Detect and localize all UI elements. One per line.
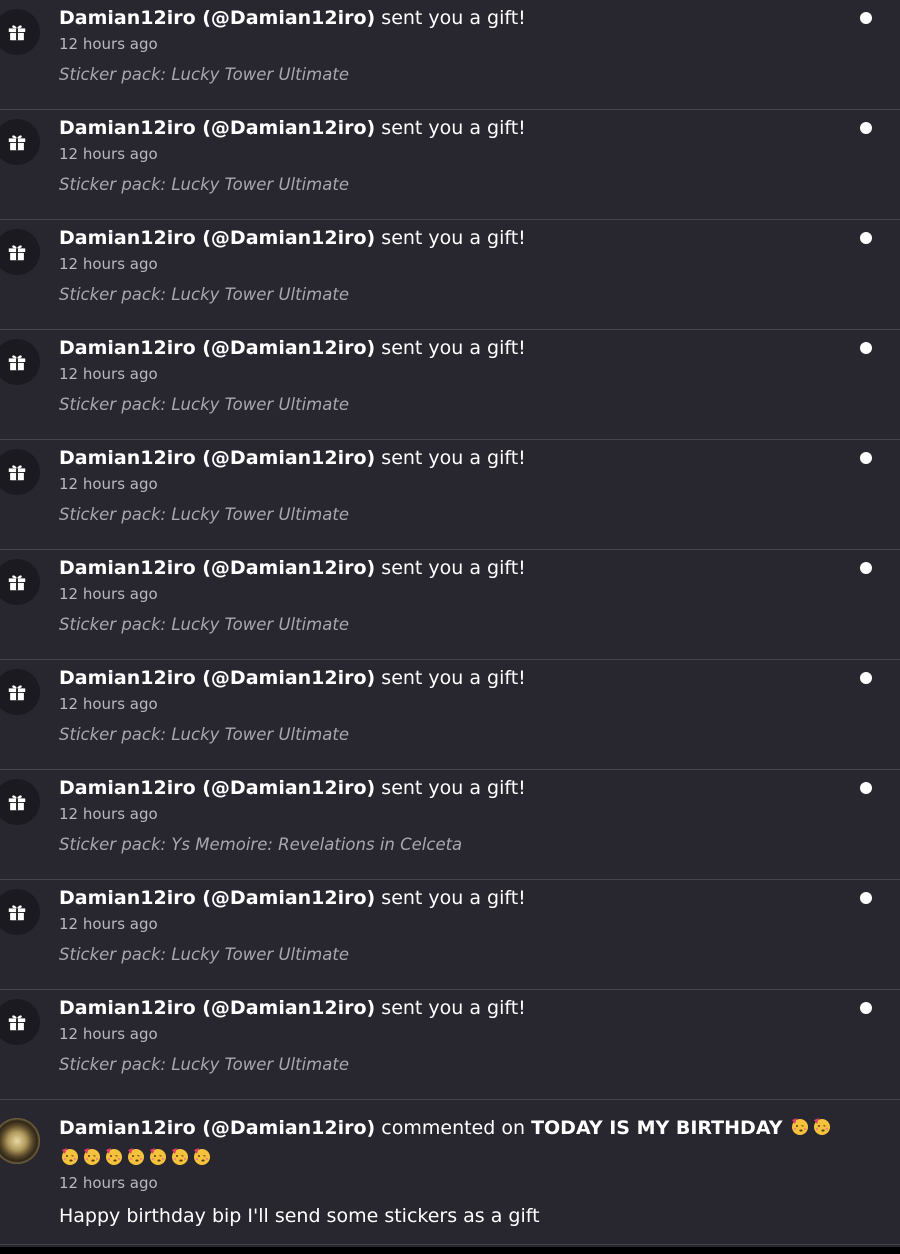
sender-name[interactable]: Damian12iro (@Damian12iro) — [59, 887, 375, 909]
notification-time: 12 hours ago — [59, 585, 158, 603]
gift-icon — [0, 889, 40, 935]
notification-title: Damian12iro (@Damian12iro) sent you a gi… — [59, 334, 526, 362]
notification-time: 12 hours ago — [59, 145, 158, 163]
notification-detail: Sticker pack: Ys Memoire: Revelations in… — [59, 835, 463, 854]
notification-item[interactable]: Damian12iro (@Damian12iro) sent you a gi… — [0, 770, 900, 880]
notification-action: sent you a gift! — [375, 997, 526, 1019]
notification-time: 12 hours ago — [59, 35, 158, 53]
notification-detail: Sticker pack: Lucky Tower Ultimate — [59, 945, 349, 964]
notification-title: Damian12iro (@Damian12iro) sent you a gi… — [59, 774, 526, 802]
notification-title: Damian12iro (@Damian12iro) sent you a gi… — [59, 554, 526, 582]
notification-time: 12 hours ago — [59, 365, 158, 383]
gift-icon — [0, 669, 40, 715]
notification-detail: Sticker pack: Lucky Tower Ultimate — [59, 285, 349, 304]
notification-detail: Sticker pack: Lucky Tower Ultimate — [59, 725, 349, 744]
notification-title: Damian12iro (@Damian12iro) sent you a gi… — [59, 664, 526, 692]
partying-face-emoji — [170, 1145, 190, 1165]
notification-time: 12 hours ago — [59, 915, 158, 933]
notification-action: commented on — [375, 1117, 532, 1139]
partying-face-emoji — [148, 1145, 168, 1165]
notification-action: sent you a gift! — [375, 7, 526, 29]
sender-name[interactable]: Damian12iro (@Damian12iro) — [59, 557, 375, 579]
notification-time: 12 hours ago — [59, 805, 158, 823]
sender-name[interactable]: Damian12iro (@Damian12iro) — [59, 667, 375, 689]
notification-action: sent you a gift! — [375, 777, 526, 799]
unread-dot-icon[interactable] — [860, 892, 872, 904]
notification-detail: Sticker pack: Lucky Tower Ultimate — [59, 1055, 349, 1074]
notification-item[interactable]: Damian12iro (@Damian12iro) sent you a gi… — [0, 330, 900, 440]
notification-item[interactable]: Damian12iro (@Damian12iro) sent you a gi… — [0, 0, 900, 110]
gift-icon — [0, 9, 40, 55]
notification-title: Damian12iro (@Damian12iro) sent you a gi… — [59, 994, 526, 1022]
notification-title: Damian12iro (@Damian12iro) sent you a gi… — [59, 224, 526, 252]
notification-item[interactable]: Damian12iro (@Damian12iro) sent you a gi… — [0, 220, 900, 330]
gift-icon — [0, 229, 40, 275]
unread-dot-icon[interactable] — [860, 452, 872, 464]
sender-name[interactable]: Damian12iro (@Damian12iro) — [59, 1117, 375, 1139]
unread-dot-icon[interactable] — [860, 782, 872, 794]
unread-dot-icon[interactable] — [860, 232, 872, 244]
partying-face-emoji — [790, 1115, 810, 1135]
gift-icon — [0, 119, 40, 165]
unread-dot-icon[interactable] — [860, 12, 872, 24]
notification-item[interactable]: Damian12iro (@Damian12iro) sent you a gi… — [0, 880, 900, 990]
notification-action: sent you a gift! — [375, 227, 526, 249]
partying-face-emoji — [60, 1145, 80, 1165]
gift-icon — [0, 559, 40, 605]
sender-name[interactable]: Damian12iro (@Damian12iro) — [59, 337, 375, 359]
notification-action: sent you a gift! — [375, 557, 526, 579]
avatar[interactable] — [0, 1118, 40, 1164]
unread-dot-icon[interactable] — [860, 342, 872, 354]
notification-time: 12 hours ago — [59, 1025, 158, 1043]
notification-action: sent you a gift! — [375, 667, 526, 689]
sender-name[interactable]: Damian12iro (@Damian12iro) — [59, 227, 375, 249]
notification-item[interactable]: Damian12iro (@Damian12iro) sent you a gi… — [0, 990, 900, 1100]
gift-icon — [0, 999, 40, 1045]
notification-time: 12 hours ago — [59, 695, 158, 713]
notification-action: sent you a gift! — [375, 117, 526, 139]
unread-dot-icon[interactable] — [860, 672, 872, 684]
notification-title: Damian12iro (@Damian12iro) sent you a gi… — [59, 4, 526, 32]
unread-dot-icon[interactable] — [860, 122, 872, 134]
sender-name[interactable]: Damian12iro (@Damian12iro) — [59, 7, 375, 29]
gift-icon — [0, 339, 40, 385]
notification-title: Damian12iro (@Damian12iro) commented on … — [59, 1113, 849, 1173]
notification-action: sent you a gift! — [375, 337, 526, 359]
sender-name[interactable]: Damian12iro (@Damian12iro) — [59, 447, 375, 469]
partying-face-emoji — [104, 1145, 124, 1165]
post-title-link[interactable]: TODAY IS MY BIRTHDAY — [531, 1117, 782, 1139]
notification-time: 12 hours ago — [59, 1174, 158, 1192]
notification-detail: Sticker pack: Lucky Tower Ultimate — [59, 65, 349, 84]
notification-time: 12 hours ago — [59, 255, 158, 273]
notification-title: Damian12iro (@Damian12iro) sent you a gi… — [59, 884, 526, 912]
notification-title: Damian12iro (@Damian12iro) sent you a gi… — [59, 114, 526, 142]
bottom-edge — [0, 1247, 900, 1254]
notification-item[interactable]: Damian12iro (@Damian12iro) sent you a gi… — [0, 440, 900, 550]
sender-name[interactable]: Damian12iro (@Damian12iro) — [59, 117, 375, 139]
gift-icon — [0, 449, 40, 495]
notification-list: Damian12iro (@Damian12iro) sent you a gi… — [0, 0, 900, 1245]
unread-dot-icon[interactable] — [860, 1002, 872, 1014]
comment-text: Happy birthday bip I'll send some sticke… — [59, 1205, 540, 1227]
notification-detail: Sticker pack: Lucky Tower Ultimate — [59, 615, 349, 634]
notification-action: sent you a gift! — [375, 447, 526, 469]
partying-face-emoji — [82, 1145, 102, 1165]
gift-icon — [0, 779, 40, 825]
partying-face-emoji — [812, 1115, 832, 1135]
notification-item[interactable]: Damian12iro (@Damian12iro) sent you a gi… — [0, 550, 900, 660]
partying-face-emoji — [126, 1145, 146, 1165]
sender-name[interactable]: Damian12iro (@Damian12iro) — [59, 997, 375, 1019]
notification-action: sent you a gift! — [375, 887, 526, 909]
unread-dot-icon[interactable] — [860, 562, 872, 574]
notification-item[interactable]: Damian12iro (@Damian12iro) sent you a gi… — [0, 660, 900, 770]
notification-item[interactable]: Damian12iro (@Damian12iro) sent you a gi… — [0, 110, 900, 220]
notification-title: Damian12iro (@Damian12iro) sent you a gi… — [59, 444, 526, 472]
notification-detail: Sticker pack: Lucky Tower Ultimate — [59, 395, 349, 414]
partying-face-emoji — [192, 1145, 212, 1165]
notification-detail: Sticker pack: Lucky Tower Ultimate — [59, 175, 349, 194]
comment-notification-item[interactable]: Damian12iro (@Damian12iro) commented on … — [0, 1100, 900, 1245]
notification-detail: Sticker pack: Lucky Tower Ultimate — [59, 505, 349, 524]
sender-name[interactable]: Damian12iro (@Damian12iro) — [59, 777, 375, 799]
notification-time: 12 hours ago — [59, 475, 158, 493]
